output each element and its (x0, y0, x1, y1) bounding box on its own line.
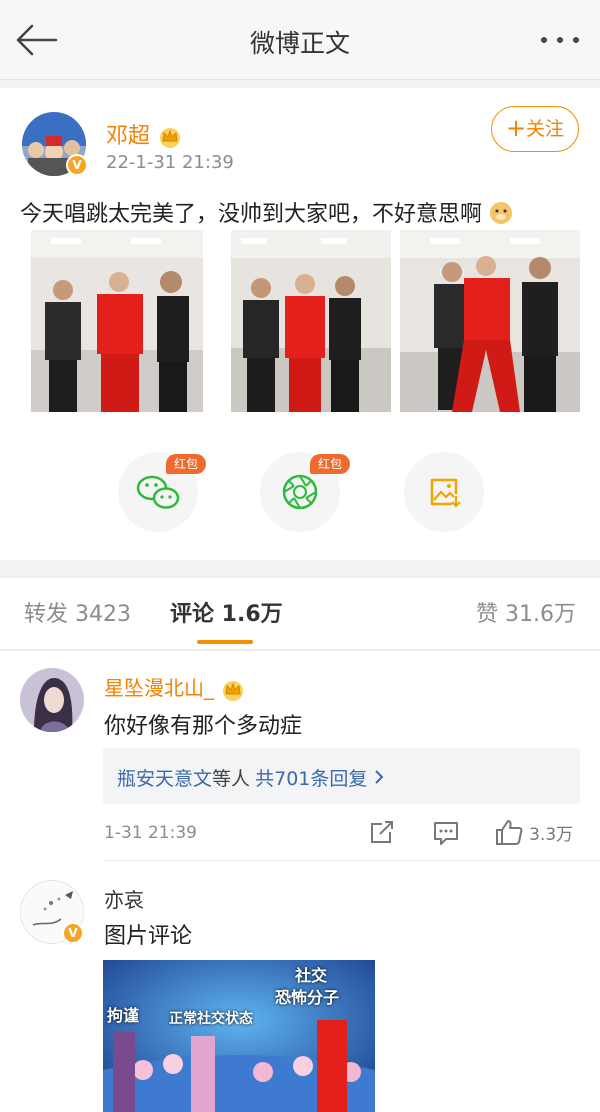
chevron-right-icon (375, 770, 384, 784)
verified-badge: V (62, 922, 84, 944)
post-photo-1[interactable] (31, 230, 203, 412)
reply-comment-button[interactable] (432, 820, 460, 850)
save-image-icon (430, 478, 461, 508)
comment-divider (103, 860, 600, 861)
more-dots-icon (541, 37, 579, 43)
like-comment-button[interactable]: 3.3万 (494, 818, 573, 846)
tab-repost[interactable]: 转发 3423 (24, 596, 131, 628)
comment-author[interactable]: 亦哀 (104, 884, 144, 913)
comment-author[interactable]: 星坠漫北山_ (104, 672, 246, 701)
post-photo-2[interactable] (231, 230, 391, 412)
post-text-content: 今天唱跳太完美了，没帅到大家吧，不好意思啊 (20, 202, 483, 227)
image-caption-shy: 拘谨 (107, 1006, 140, 1025)
thumbs-up-icon (496, 820, 523, 845)
red-packet-tag: 红包 (310, 454, 350, 474)
post-text: 今天唱跳太完美了，没帅到大家吧，不好意思啊 (20, 196, 513, 228)
top-bar: 微博正文 (0, 0, 600, 80)
image-caption-normal: 正常社交状态 (169, 1011, 253, 1027)
repost-comment-button[interactable] (368, 820, 396, 850)
image-caption-terrorist: 恐怖分子 (275, 988, 340, 1007)
comment-text: 你好像有那个多动症 (104, 714, 303, 739)
follow-label: 关注 (526, 118, 565, 140)
crown-icon (160, 128, 181, 148)
author-name-text: 邓超 (106, 124, 151, 149)
verified-badge: V (66, 154, 88, 176)
share-icon (371, 821, 393, 843)
comment-icon (434, 822, 458, 845)
reply-count[interactable]: 共701条回复 (255, 768, 367, 790)
image-caption-social: 社交 (295, 966, 328, 985)
save-image-button[interactable] (404, 452, 484, 532)
red-packet-tag: 红包 (166, 454, 206, 474)
post-photo-3[interactable] (400, 230, 580, 412)
page-title: 微博正文 (249, 29, 350, 58)
author-name[interactable]: 邓超 (106, 118, 183, 150)
doge-emoji-icon (490, 202, 513, 224)
comment-avatar[interactable] (20, 668, 84, 732)
post-time: 22-1-31 21:39 (106, 152, 234, 173)
comment-like-count: 3.3万 (529, 825, 574, 845)
follow-button[interactable]: +关注 (491, 106, 579, 152)
more-button[interactable] (538, 26, 582, 54)
comment-text: 图片评论 (104, 924, 193, 949)
crown-icon (223, 680, 244, 701)
replies-box[interactable]: 瓶安天意文等人 共701条回复 (103, 748, 580, 804)
comment-image[interactable]: 社交 恐怖分子 拘谨 正常社交状态 (103, 960, 375, 1112)
tab-like[interactable]: 赞 31.6万 (476, 596, 576, 628)
comment-author-text: 星坠漫北山_ (104, 676, 214, 700)
comment-time: 1-31 21:39 (104, 823, 197, 843)
reply-user[interactable]: 瓶安天意文 (117, 768, 212, 790)
plus-icon: + (505, 114, 527, 142)
tab-comment[interactable]: 评论 1.6万 (170, 596, 283, 628)
active-tab-indicator (197, 640, 253, 644)
reply-mid: 等人 (212, 768, 251, 790)
